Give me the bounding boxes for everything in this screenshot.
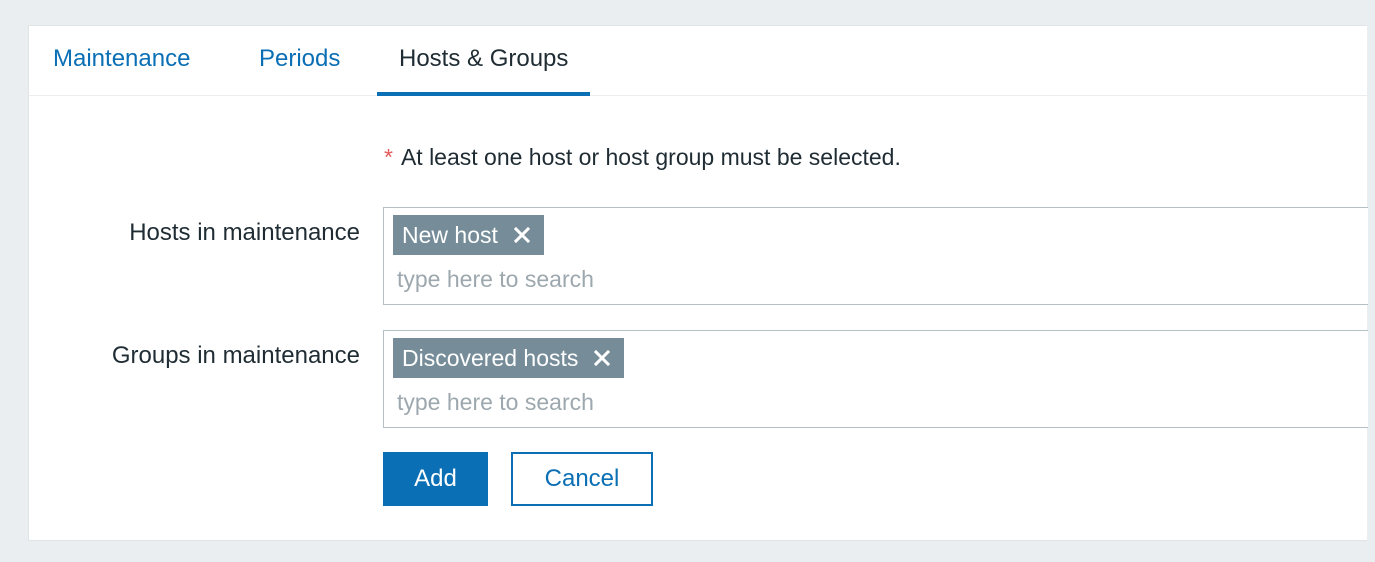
required-asterisk: * [384, 144, 393, 170]
maintenance-form-panel: Maintenance Periods Hosts & Groups * At l… [28, 25, 1368, 541]
add-button[interactable]: Add [383, 452, 488, 506]
selected-group-chip: Discovered hosts [393, 338, 625, 378]
required-note: * At least one host or host group must be… [384, 144, 901, 171]
tab-hosts-groups[interactable]: Hosts & Groups [377, 26, 591, 96]
groups-search-input[interactable] [397, 385, 997, 419]
close-icon[interactable] [512, 225, 532, 245]
chip-label: Discovered hosts [402, 345, 579, 371]
cancel-button[interactable]: Cancel [511, 452, 653, 506]
selected-host-chip: New host [393, 215, 544, 255]
hosts-search-input[interactable] [397, 262, 997, 296]
required-note-text: At least one host or host group must be … [400, 144, 901, 170]
chip-label: New host [402, 222, 498, 248]
close-icon[interactable] [592, 348, 612, 368]
tab-maintenance[interactable]: Maintenance [53, 26, 190, 96]
hosts-in-maintenance-label: Hosts in maintenance [129, 219, 360, 246]
tab-periods[interactable]: Periods [259, 26, 340, 96]
groups-in-maintenance-label: Groups in maintenance [111, 342, 360, 369]
tab-bar: Maintenance Periods Hosts & Groups [29, 26, 1367, 96]
hosts-multiselect[interactable]: New host [383, 207, 1368, 305]
groups-multiselect[interactable]: Discovered hosts [383, 330, 1368, 428]
